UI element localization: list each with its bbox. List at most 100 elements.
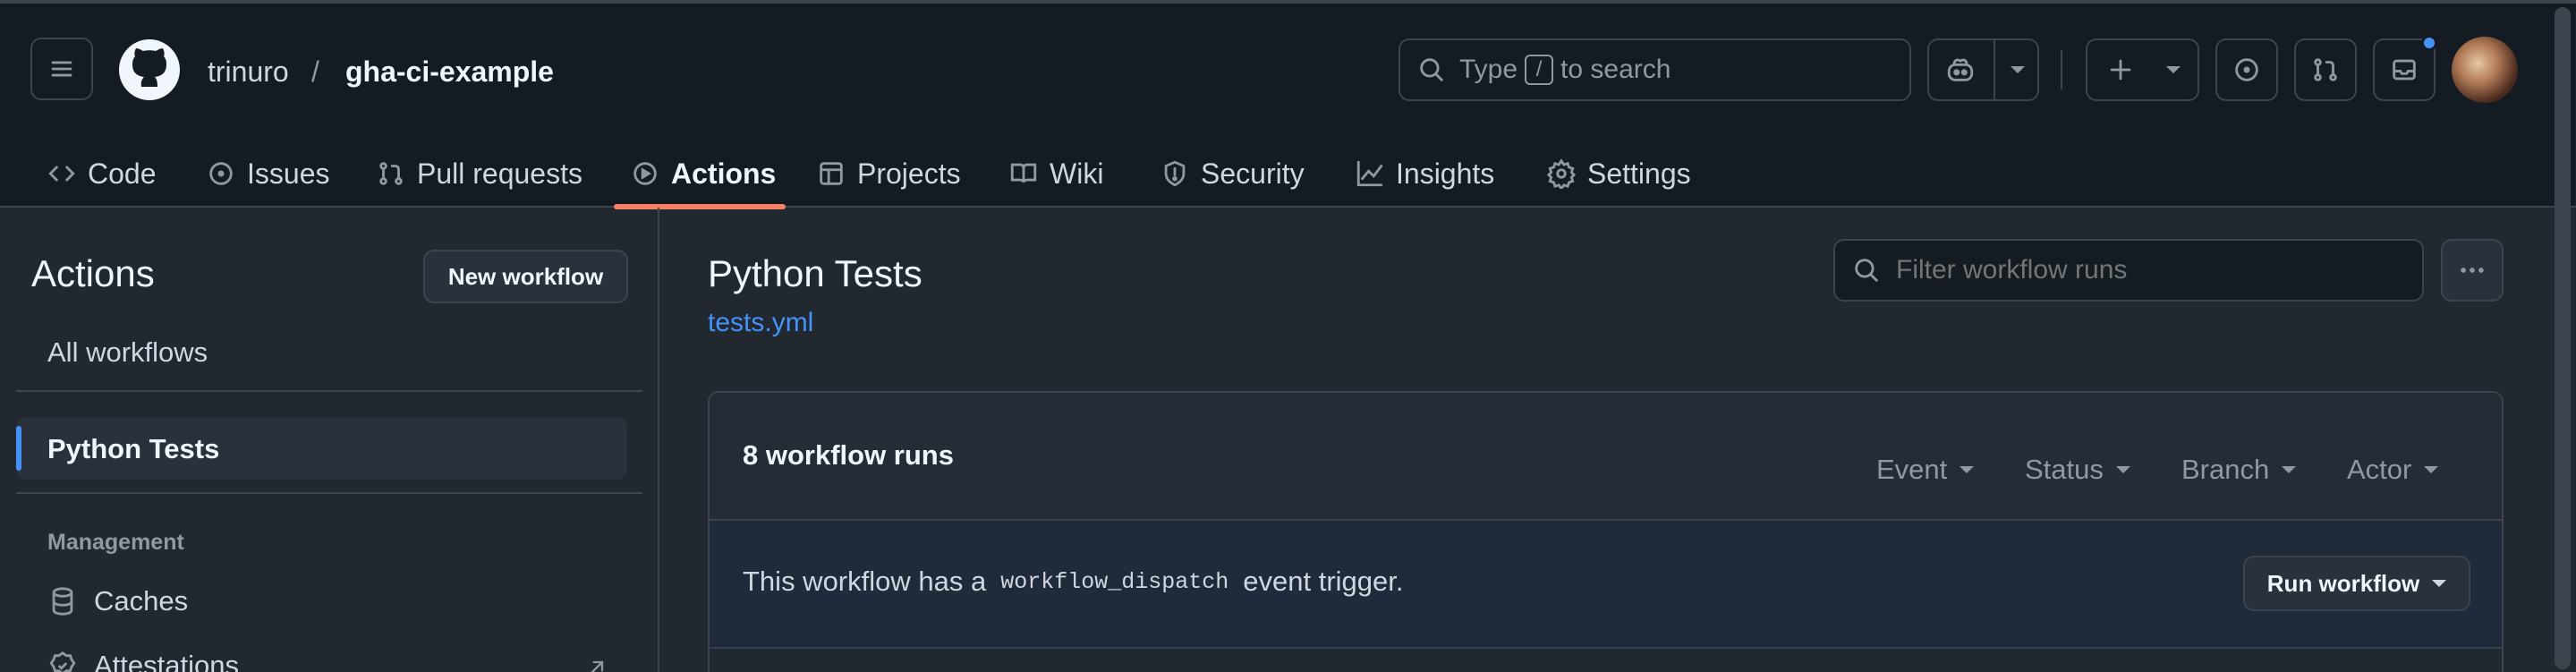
book-icon (1010, 163, 1037, 183)
git-pull-request-icon (2314, 58, 2337, 81)
menu-button[interactable] (30, 38, 93, 100)
issue-opened-icon (209, 162, 233, 185)
table-icon (820, 162, 843, 185)
branch-filter[interactable]: Branch (2181, 454, 2297, 486)
tab-settings[interactable]: Settings (1546, 138, 1691, 209)
shield-icon (1164, 160, 1186, 187)
sidebar-item-attestations[interactable]: Attestations (47, 650, 239, 672)
repo-name-link[interactable]: gha-ci-example (345, 52, 554, 91)
sidebar-item-label: Caches (94, 585, 189, 617)
notice-text: This workflow has a workflow_dispatch ev… (743, 566, 1403, 598)
notification-dot (2421, 35, 2437, 51)
filter-label: Event (1876, 454, 1948, 485)
chevron-down-icon (2166, 66, 2181, 73)
new-workflow-button[interactable]: New workflow (423, 250, 628, 303)
sidebar-divider (16, 390, 642, 392)
tab-label: Insights (1396, 157, 1495, 190)
tab-label: Wiki (1050, 157, 1104, 190)
issue-opened-icon (2235, 58, 2258, 81)
selected-indicator (16, 426, 21, 471)
search-icon (1420, 58, 1443, 81)
tab-pull-requests[interactable]: Pull requests (376, 138, 582, 209)
status-filter[interactable]: Status (2025, 454, 2130, 486)
hamburger-icon (51, 61, 72, 77)
sidebar-title: Actions (31, 252, 155, 294)
runs-header: 8 workflow runs Event Status Branch Acto… (710, 393, 2502, 521)
pull-requests-button[interactable] (2294, 38, 2357, 101)
event-filter[interactable]: Event (1876, 454, 1975, 486)
external-link-icon (591, 660, 604, 672)
run-workflow-button[interactable]: Run workflow (2243, 556, 2470, 611)
notice-code: workflow_dispatch (1000, 568, 1229, 595)
chevron-down-icon (1960, 466, 1975, 473)
copilot-divider (1994, 40, 1995, 99)
top-bar: trinuro / gha-ci-example Type / to searc… (0, 0, 2576, 209)
copilot-button[interactable] (1927, 38, 2039, 101)
database-icon (52, 587, 73, 616)
header-divider (2061, 50, 2062, 89)
dispatch-notice: This workflow has a workflow_dispatch ev… (710, 521, 2502, 649)
repo-owner-link[interactable]: trinuro (208, 52, 289, 91)
chevron-down-icon (2432, 580, 2447, 587)
tab-wiki[interactable]: Wiki (1008, 138, 1103, 209)
tab-security[interactable]: Security (1160, 138, 1305, 209)
scrollbar[interactable] (2555, 7, 2571, 669)
tab-label: Pull requests (417, 157, 582, 190)
chevron-down-icon (2424, 466, 2439, 473)
filter-runs-field[interactable] (1896, 255, 2397, 285)
notice-text-after: event trigger. (1243, 566, 1404, 597)
chevron-down-icon (2282, 466, 2297, 473)
tab-actions[interactable]: Actions (630, 138, 776, 209)
more-options-button[interactable] (2441, 239, 2504, 302)
play-icon (633, 162, 657, 185)
github-logo[interactable] (119, 39, 180, 100)
avatar[interactable] (2452, 37, 2518, 103)
tab-label: Projects (857, 157, 961, 190)
graph-icon (1356, 160, 1383, 187)
search-placeholder-prefix: Type (1459, 55, 1518, 84)
runs-count: 8 workflow runs (743, 439, 954, 471)
kebab-horizontal-icon (2461, 268, 2484, 273)
tab-label: Issues (247, 157, 330, 190)
filter-label: Status (2025, 454, 2104, 485)
tab-label: Actions (671, 157, 777, 190)
search-icon (1855, 259, 1878, 282)
filter-runs-input[interactable] (1833, 239, 2424, 302)
actor-filter[interactable]: Actor (2347, 454, 2439, 486)
workflow-file-link[interactable]: tests.yml (708, 308, 813, 338)
filter-label: Actor (2347, 454, 2412, 485)
filter-label: Branch (2181, 454, 2270, 485)
page-title: Python Tests (708, 252, 922, 294)
gear-icon (1546, 158, 1577, 189)
sidebar-item-caches[interactable]: Caches (47, 585, 188, 617)
tab-label: Security (1201, 157, 1305, 190)
tab-insights[interactable]: Insights (1355, 138, 1494, 209)
tab-code[interactable]: Code (47, 138, 157, 209)
git-pull-request-icon (379, 162, 403, 185)
code-icon (48, 166, 75, 182)
sidebar-item-all-workflows[interactable]: All workflows (47, 336, 208, 369)
notice-text-before: This workflow has a (743, 566, 987, 597)
sidebar-item-label: Python Tests (47, 433, 220, 464)
breadcrumb-separator: / (311, 55, 319, 88)
search-placeholder-suffix: to search (1560, 55, 1671, 84)
run-workflow-label: Run workflow (2266, 569, 2420, 597)
sidebar-item-label: Attestations (94, 650, 239, 672)
tab-label: Code (88, 157, 157, 190)
octocat-icon (132, 48, 166, 87)
issues-button[interactable] (2215, 38, 2278, 101)
workflow-runs-panel: 8 workflow runs Event Status Branch Acto… (708, 391, 2504, 672)
tab-label: Settings (1587, 157, 1691, 190)
search-shortcut-key: / (1525, 55, 1554, 85)
plus-icon (2110, 59, 2131, 81)
sidebar-item-python-tests[interactable]: Python Tests (16, 417, 627, 480)
verified-icon (49, 651, 76, 672)
chevron-down-icon (2011, 66, 2025, 73)
sidebar-divider (16, 492, 642, 494)
copilot-icon (1947, 58, 1974, 81)
search-input[interactable]: Type / to search (1399, 38, 1911, 101)
management-heading: Management (47, 530, 184, 555)
create-new-button[interactable] (2086, 38, 2199, 101)
tab-projects[interactable]: Projects (816, 138, 961, 209)
tab-issues[interactable]: Issues (206, 138, 329, 209)
